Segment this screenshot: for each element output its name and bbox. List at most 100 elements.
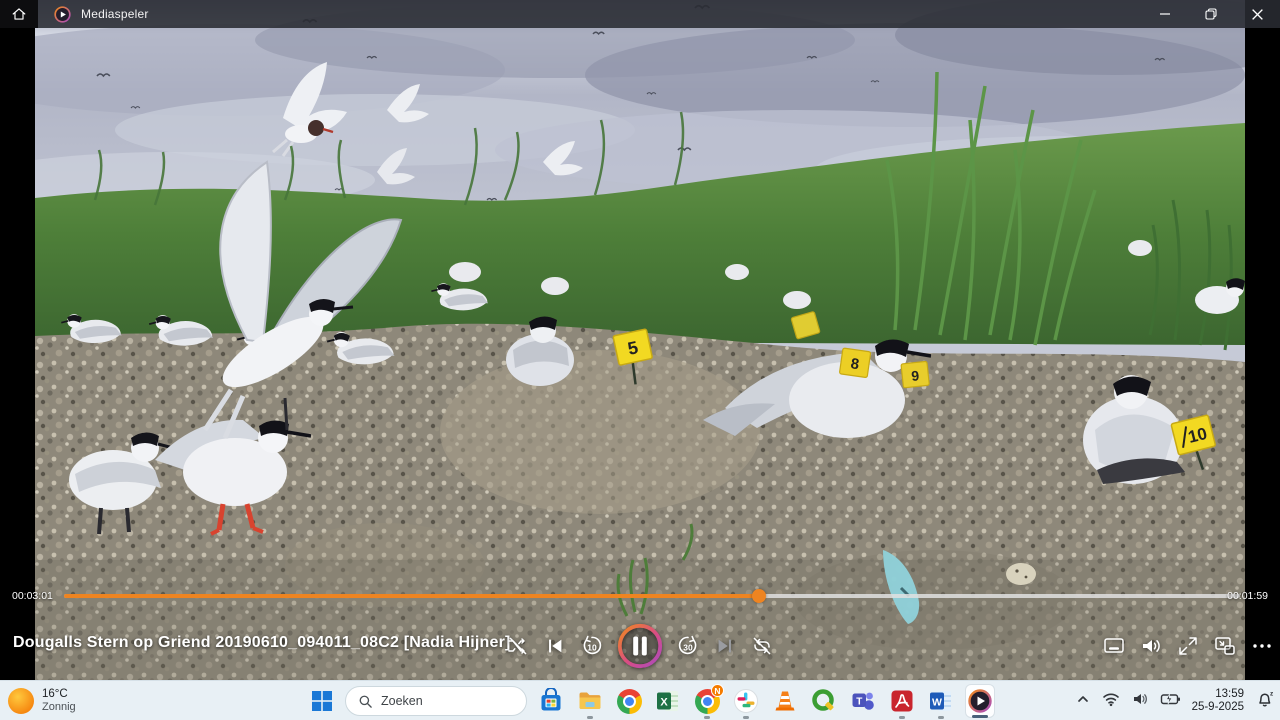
more-options-button[interactable] — [1250, 634, 1274, 658]
taskbar-app-word[interactable]: W — [926, 681, 956, 720]
start-button[interactable] — [308, 687, 336, 715]
taskbar-app-slack[interactable] — [731, 681, 761, 720]
weather-condition: Zonnig — [42, 701, 76, 714]
maximize-restore-button[interactable] — [1188, 0, 1234, 28]
next-track-button[interactable] — [713, 634, 737, 658]
screen: 5 8 9 — [0, 0, 1280, 720]
open-app-indicator — [587, 716, 593, 719]
next-track-icon — [714, 635, 736, 657]
timeline: 00:03:01 00:01:59 — [0, 586, 1280, 606]
skip-forward-30-icon: 30 — [676, 634, 700, 658]
word-icon: W — [928, 688, 954, 714]
timeline-handle[interactable] — [752, 589, 766, 603]
media-player-window: 5 8 9 — [0, 0, 1280, 680]
shuffle-off-icon — [506, 634, 530, 658]
open-app-indicator — [743, 716, 749, 719]
open-app-indicator — [938, 716, 944, 719]
windows-logo-icon — [311, 690, 333, 712]
bell-dnd-icon: z — [1255, 689, 1274, 708]
previous-track-icon — [544, 635, 566, 657]
taskbar-app-vlc[interactable] — [770, 681, 800, 720]
acrobat-icon — [889, 688, 915, 714]
taskbar-app-excel[interactable]: X — [653, 681, 683, 720]
minimize-icon — [1159, 8, 1171, 20]
mini-player-button[interactable] — [1102, 634, 1126, 658]
speaker-icon — [1131, 690, 1149, 708]
repeat-off-button[interactable] — [750, 634, 774, 658]
minimize-button[interactable] — [1142, 0, 1188, 28]
restore-icon — [1205, 8, 1217, 20]
more-options-icon — [1250, 634, 1274, 658]
taskbar-app-qgis[interactable] — [809, 681, 839, 720]
search-input[interactable]: Zoeken — [345, 686, 527, 716]
window-title: Mediaspeler — [81, 7, 149, 21]
volume-button[interactable] — [1139, 634, 1163, 658]
taskbar-app-acrobat[interactable] — [887, 681, 917, 720]
teams-icon: T — [850, 688, 876, 714]
slack-icon — [733, 688, 759, 714]
pip-button[interactable] — [1213, 634, 1237, 658]
taskbar-app-microsoft-store[interactable] — [536, 681, 566, 720]
skip-forward-30-button[interactable]: 30 — [676, 634, 700, 658]
tray-date: 25-9-2025 — [1192, 701, 1244, 715]
tray-clock[interactable]: 13:59 25-9-2025 — [1192, 688, 1244, 715]
volume-icon — [1139, 634, 1163, 658]
timeline-played — [64, 594, 759, 598]
taskbar-app-file-explorer[interactable] — [575, 681, 605, 720]
microsoft-store-icon — [538, 688, 564, 714]
qgis-icon — [811, 688, 837, 714]
repeat-off-icon — [750, 634, 774, 658]
fullscreen-button[interactable] — [1176, 634, 1200, 658]
playback-controls: Dougalls Stern op Griend 20190610_094011… — [0, 616, 1280, 676]
vlc-icon — [772, 688, 798, 714]
svg-text:z: z — [1270, 691, 1274, 698]
excel-icon: X — [655, 688, 681, 714]
media-title: Dougalls Stern op Griend 20190610_094011… — [13, 634, 511, 652]
skip-forward-label: 30 — [683, 643, 693, 653]
tern-egg — [1006, 563, 1036, 585]
skip-back-10-button[interactable]: 10 — [580, 634, 604, 658]
weather-widget[interactable]: 16°C Zonnig — [8, 681, 76, 720]
close-button[interactable] — [1234, 0, 1280, 28]
search-icon — [358, 694, 373, 709]
battery-charging-icon — [1160, 690, 1181, 708]
tray-wifi-button[interactable] — [1102, 690, 1120, 713]
home-button[interactable] — [0, 0, 38, 28]
previous-track-button[interactable] — [543, 634, 567, 658]
tray-battery-button[interactable] — [1160, 690, 1181, 713]
open-app-indicator — [899, 716, 905, 719]
taskbar-app-chrome[interactable] — [614, 681, 644, 720]
remaining-time: 00:01:59 — [1227, 590, 1268, 602]
taskbar-app-chrome-profile[interactable]: N — [692, 681, 722, 720]
tray-notifications-button[interactable]: z — [1255, 689, 1274, 713]
titlebar: Mediaspeler — [0, 0, 1280, 28]
pip-icon — [1213, 634, 1237, 658]
pause-icon — [617, 623, 663, 669]
media-player-app-icon — [54, 6, 71, 23]
skip-back-10-icon: 10 — [580, 634, 604, 658]
video-frame-tern-colony: 5 8 9 — [35, 0, 1245, 680]
skip-back-label: 10 — [587, 643, 597, 653]
svg-text:X: X — [660, 697, 668, 709]
close-icon — [1251, 8, 1264, 21]
fullscreen-icon — [1176, 634, 1200, 658]
taskbar-app-teams[interactable]: T — [848, 681, 878, 720]
svg-text:W: W — [932, 697, 942, 709]
home-icon — [11, 6, 27, 22]
file-explorer-icon — [577, 688, 603, 714]
tray-time: 13:59 — [1215, 688, 1244, 702]
weather-temperature: 16°C — [42, 688, 76, 701]
shuffle-off-button[interactable] — [506, 634, 530, 658]
chrome-icon — [617, 689, 642, 714]
active-app-indicator — [972, 715, 988, 718]
tray-chevron-button[interactable] — [1075, 691, 1091, 712]
mini-player-icon — [1102, 634, 1126, 658]
video-surface[interactable]: 5 8 9 — [35, 0, 1245, 680]
seek-bar[interactable] — [64, 594, 1240, 598]
elapsed-time: 00:03:01 — [12, 590, 53, 602]
taskbar-app-media-player-active[interactable] — [965, 684, 995, 718]
chrome-notification-badge: N — [711, 684, 724, 697]
open-app-indicator — [704, 716, 710, 719]
tray-volume-button[interactable] — [1131, 690, 1149, 713]
pause-button[interactable] — [617, 623, 663, 669]
